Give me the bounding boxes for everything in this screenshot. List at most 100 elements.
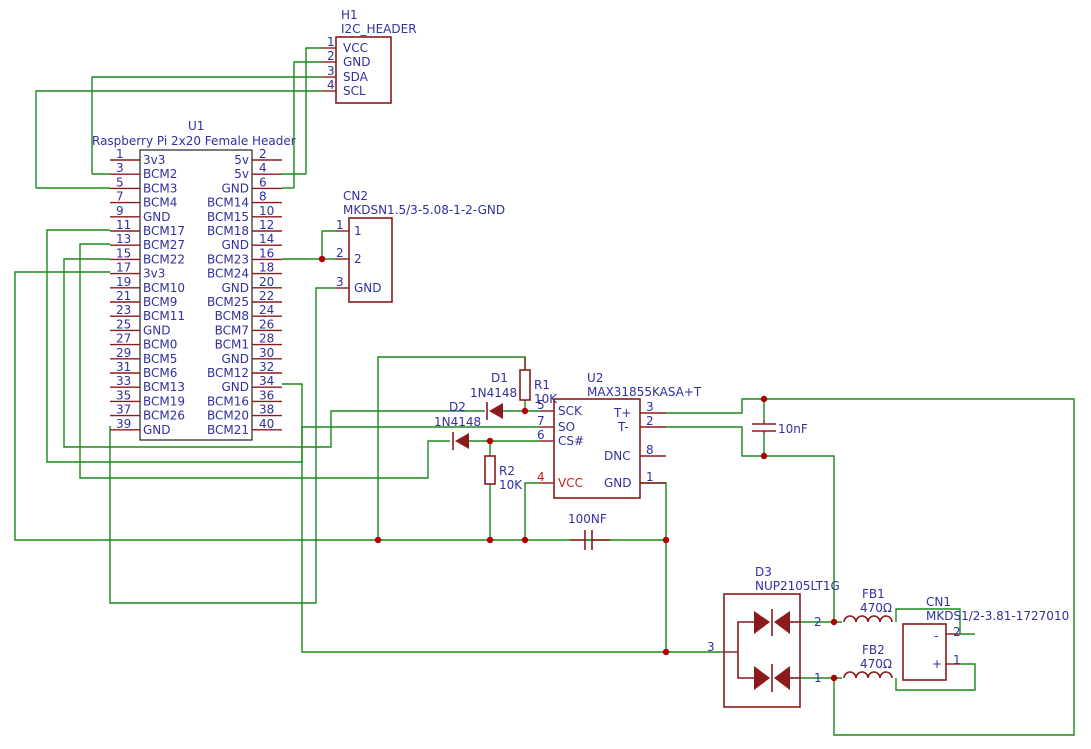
cn1-connector: CN1 MKDS1/2-3.81-1727010 2 - 1 + bbox=[902, 595, 1069, 681]
junction-dot bbox=[830, 674, 838, 682]
d2-triangle bbox=[455, 433, 469, 449]
u1-pin-number: 3 bbox=[116, 161, 124, 175]
u2-pin-name: T- bbox=[617, 420, 629, 434]
u1-pin-number: 2 bbox=[259, 147, 267, 161]
u2-max31855: U2 MAX31855KASA+T 5 SCK 7 SO 6 CS# 4 VCC… bbox=[537, 371, 702, 499]
r1-ref: R1 bbox=[534, 378, 550, 392]
d3-diode-top-a bbox=[754, 611, 770, 634]
cn1-pin-name: + bbox=[932, 657, 942, 671]
fb1-coil bbox=[843, 615, 893, 623]
u1-pin-number: 30 bbox=[259, 346, 274, 360]
u1-pin-number: 17 bbox=[116, 261, 131, 275]
u1-pin-name: GND bbox=[221, 380, 249, 394]
u1-pin-number: 37 bbox=[116, 403, 131, 417]
u2-pin-number: 6 bbox=[537, 428, 545, 442]
u1-pin-name: GND bbox=[221, 238, 249, 252]
u1-pin-name: BCM6 bbox=[143, 366, 177, 380]
u1-pin-number: 34 bbox=[259, 374, 274, 388]
d3-pin-number: 3 bbox=[707, 640, 715, 654]
u2-pin-name: GND bbox=[604, 476, 632, 490]
u1-pin-name: BCM24 bbox=[207, 267, 249, 281]
d3-value: NUP2105LT1G bbox=[755, 579, 840, 593]
u1-pin-number: 19 bbox=[116, 275, 131, 289]
d1-triangle bbox=[489, 403, 503, 419]
u2-pin-name: T+ bbox=[613, 406, 631, 420]
junction-dot bbox=[486, 536, 494, 544]
u1-pin-number: 29 bbox=[116, 346, 131, 360]
wire-so bbox=[301, 426, 540, 462]
junction-dot bbox=[830, 618, 838, 626]
u1-pin-number: 26 bbox=[259, 317, 274, 331]
u1-pin-number: 1 bbox=[116, 147, 124, 161]
u1-pin-number: 14 bbox=[259, 232, 274, 246]
h1-pin-name: SCL bbox=[343, 84, 366, 98]
u1-pin-number: 15 bbox=[116, 246, 131, 260]
u2-pin-number: 3 bbox=[646, 400, 654, 414]
cn1-pin-name: - bbox=[934, 629, 938, 643]
u2-pin-number: 8 bbox=[646, 443, 654, 457]
u1-pin-name: BCM12 bbox=[207, 366, 249, 380]
h1-pin-number: 1 bbox=[327, 35, 335, 49]
r2-resistor: R2 10K bbox=[484, 455, 523, 492]
junction-dot bbox=[521, 407, 529, 415]
cn1-pin-number: 1 bbox=[953, 653, 961, 667]
u1-pin-name: GND bbox=[143, 323, 171, 337]
u1-pins: 1 3v33 BCM25 BCM37 BCM49 GND11 BCM1713 BCM2715 B… bbox=[110, 147, 282, 437]
cn2-pin-number: 3 bbox=[336, 275, 344, 289]
wire-u2-gnd bbox=[640, 482, 667, 652]
u1-pin-number: 5 bbox=[116, 175, 124, 189]
u1-pin-name: BCM26 bbox=[143, 409, 185, 423]
u1-pin-name: 5v bbox=[234, 167, 249, 181]
junction-dot bbox=[486, 437, 494, 445]
u1-pin-number: 4 bbox=[259, 161, 267, 175]
cn2-value: MKDSN1.5/3-5.08-1-2-GND bbox=[343, 203, 505, 217]
u1-pin-number: 24 bbox=[259, 303, 274, 317]
cn2-pin-number: 1 bbox=[336, 218, 344, 232]
cn2-connector: CN2 MKDSN1.5/3-5.08-1-2-GND 1 1 2 2 3 GN… bbox=[335, 189, 505, 303]
u1-pin-name: BCM7 bbox=[215, 323, 249, 337]
u1-pin-number: 12 bbox=[259, 218, 274, 232]
u1-pin-number: 39 bbox=[116, 417, 131, 431]
u1-pin-name: GND bbox=[143, 423, 171, 437]
r2-value: 10K bbox=[499, 478, 523, 492]
u2-value: MAX31855KASA+T bbox=[587, 385, 702, 399]
u1-pin-number: 35 bbox=[116, 388, 131, 402]
cn2-ref: CN2 bbox=[343, 189, 368, 203]
u1-pin-number: 27 bbox=[116, 332, 131, 346]
u1-pin-number: 23 bbox=[116, 303, 131, 317]
u2-pin-number: 1 bbox=[646, 470, 654, 484]
h1-pin-number: 2 bbox=[327, 49, 335, 63]
u1-pin-number: 13 bbox=[116, 232, 131, 246]
u1-value: Raspberry Pi 2x20 Female Header bbox=[92, 134, 296, 148]
fb1-value: 470Ω bbox=[860, 601, 892, 615]
r2-body bbox=[484, 455, 496, 485]
wire-5v-to-vcc bbox=[305, 47, 322, 174]
u1-pin-number: 36 bbox=[259, 388, 274, 402]
u1-pin-name: BCM10 bbox=[143, 281, 185, 295]
cn1-ref: CN1 bbox=[926, 595, 951, 609]
h1-pin-name: VCC bbox=[343, 41, 368, 55]
u1-pin-name: BCM4 bbox=[143, 196, 177, 210]
d1-value: 1N4148 bbox=[470, 386, 517, 400]
u1-pin-number: 9 bbox=[116, 204, 124, 218]
u1-pin-number: 33 bbox=[116, 374, 131, 388]
u1-ref: U1 bbox=[188, 119, 204, 133]
u1-pin-name: BCM11 bbox=[143, 309, 185, 323]
d3-diode-top-b bbox=[774, 611, 790, 634]
wire-vcc bbox=[524, 482, 540, 540]
junction-dot bbox=[760, 395, 768, 403]
wire-gnd-to-h1 bbox=[293, 61, 322, 188]
capacitor-10nf: 10nF bbox=[752, 420, 808, 436]
u1-pin-number: 11 bbox=[116, 218, 131, 232]
cn1-body bbox=[902, 623, 947, 681]
u1-pin-number: 18 bbox=[259, 261, 274, 275]
u1-pin-number: 7 bbox=[116, 190, 124, 204]
r1-body bbox=[519, 369, 531, 401]
d3-diode-bot-a bbox=[754, 666, 770, 690]
d3-body bbox=[723, 593, 801, 708]
junction-dot bbox=[662, 648, 670, 656]
d3-nup2105: D3 NUP2105LT1G 2 1 3 bbox=[707, 565, 840, 708]
d3-pin-number: 1 bbox=[814, 671, 822, 685]
u2-pin-name: VCC bbox=[558, 476, 583, 490]
wire-tplus bbox=[666, 398, 1075, 736]
